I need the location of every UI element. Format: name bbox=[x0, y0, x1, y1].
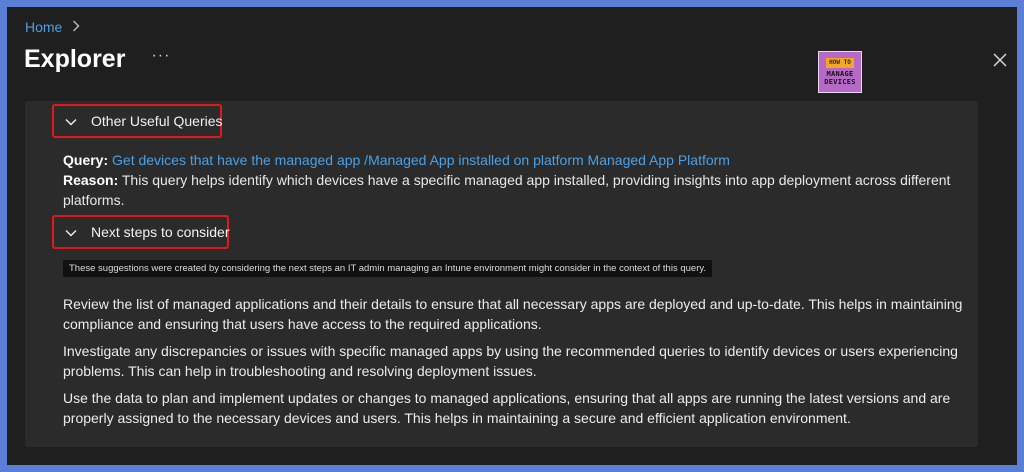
query-suggestion: Query: Get devices that have the managed… bbox=[63, 150, 963, 210]
section-toggle-next-steps[interactable]: Next steps to consider bbox=[65, 224, 230, 240]
logo-devices-text: DEVICES bbox=[824, 78, 856, 86]
next-step-paragraph: Use the data to plan and implement updat… bbox=[63, 390, 951, 426]
reason-text: This query helps identify which devices … bbox=[63, 172, 951, 208]
chevron-right-icon bbox=[72, 19, 80, 35]
more-options-button[interactable]: ··· bbox=[151, 47, 170, 65]
tooltip-suggestions-info: These suggestions were created by consid… bbox=[63, 260, 713, 277]
next-step-paragraph: Investigate any discrepancies or issues … bbox=[63, 343, 958, 379]
explorer-window: Home Explorer ··· HOW TO MANAGE DEVICES … bbox=[7, 7, 1017, 465]
page-title: Explorer bbox=[24, 45, 126, 73]
copilot-response-panel: Other Useful Queries Query: Get devices … bbox=[25, 101, 978, 447]
breadcrumb-home-link[interactable]: Home bbox=[25, 19, 62, 35]
reason-label: Reason: bbox=[63, 172, 119, 188]
next-step-paragraph: Review the list of managed applications … bbox=[63, 296, 963, 332]
chevron-down-icon bbox=[65, 226, 77, 238]
section-label: Other Useful Queries bbox=[91, 113, 223, 129]
section-toggle-other-useful-queries[interactable]: Other Useful Queries bbox=[65, 113, 223, 129]
logo-manage-text: MANAGE bbox=[826, 70, 854, 78]
section-label: Next steps to consider bbox=[91, 224, 230, 240]
title-row: Explorer ··· bbox=[24, 45, 170, 74]
query-link[interactable]: Get devices that have the managed app /M… bbox=[112, 152, 730, 168]
chevron-down-icon bbox=[65, 115, 77, 127]
howto-manage-devices-logo: HOW TO MANAGE DEVICES bbox=[818, 51, 862, 93]
close-icon[interactable] bbox=[991, 51, 1009, 69]
logo-howto-text: HOW TO bbox=[826, 58, 854, 68]
query-label: Query: bbox=[63, 152, 109, 168]
breadcrumb: Home bbox=[25, 19, 80, 35]
